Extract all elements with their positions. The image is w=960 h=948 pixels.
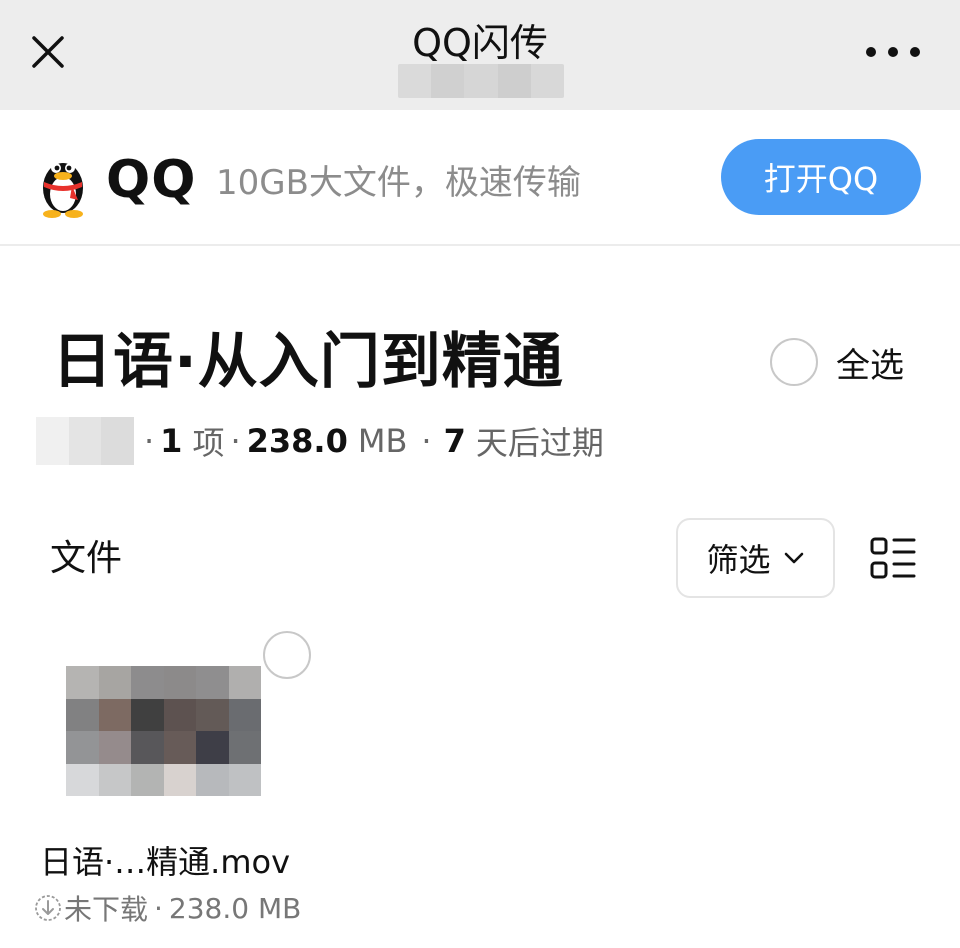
blur-block: [530, 64, 564, 98]
filter-label: 筛选: [706, 541, 771, 579]
download-icon: [35, 895, 61, 921]
qq-promo-banner: QQ 10GB大文件，极速传输 打开QQ: [0, 110, 960, 246]
total-size-unit: MB: [357, 422, 408, 460]
thumbnail-pixel: [131, 731, 164, 764]
top-nav-bar: QQ闪传: [0, 0, 960, 110]
blur-block: [36, 417, 69, 465]
meta-separator: ·: [421, 422, 432, 460]
thumbnail-pixel: [228, 731, 261, 764]
sender-name-blurred: [36, 417, 135, 465]
more-dots-icon: [888, 47, 898, 57]
thumbnail-pixel: [66, 731, 99, 764]
file-status: 未下载 · 238.0 MB: [34, 888, 301, 928]
more-dots-icon: [910, 47, 920, 57]
thumbnail-pixel: [98, 698, 131, 731]
item-count-unit: 项: [192, 424, 225, 462]
thumbnail-pixel: [163, 731, 196, 764]
item-count: 1: [160, 422, 183, 460]
select-all-radio[interactable]: [770, 338, 818, 386]
list-view-icon[interactable]: [870, 536, 916, 580]
file-size: 238.0 MB: [168, 891, 302, 925]
select-all-label: 全选: [836, 345, 904, 386]
more-dots-icon: [866, 47, 876, 57]
thumbnail-pixel: [131, 698, 164, 731]
open-qq-button[interactable]: 打开QQ: [721, 139, 921, 215]
file-name[interactable]: 日语·…精通.mov: [40, 840, 290, 884]
thumbnail-pixel: [66, 698, 99, 731]
meta-separator: ·: [230, 422, 241, 460]
file-select-radio[interactable]: [263, 631, 311, 679]
blur-block: [464, 64, 498, 98]
thumbnail-pixel: [98, 731, 131, 764]
blur-block: [431, 64, 465, 98]
thumbnail-pixel: [98, 666, 131, 699]
thumbnail-pixel: [196, 763, 229, 796]
banner-tagline: 10GB大文件，极速传输: [216, 163, 581, 203]
thumbnail-pixel: [196, 666, 229, 699]
thumbnail-pixel: [196, 731, 229, 764]
meta-separator: ·: [144, 422, 155, 460]
thumbnail-pixel: [131, 666, 164, 699]
thumbnail-pixel: [163, 698, 196, 731]
select-all-toggle[interactable]: 全选: [770, 336, 904, 388]
status-separator: ·: [154, 891, 163, 925]
qq-penguin-icon: [43, 163, 83, 218]
thumbnail-pixel: [66, 763, 99, 796]
expire-days: 7: [443, 422, 466, 460]
share-meta: · 1 项 · 238.0 MB · 7 天后过期: [36, 416, 604, 466]
qq-brand-text: QQ: [106, 150, 197, 210]
blur-block: [398, 64, 432, 98]
nav-subtitle-blurred: [398, 64, 564, 98]
thumbnail-pixel: [131, 763, 164, 796]
filter-button[interactable]: 筛选: [676, 518, 835, 598]
thumbnail-pixel: [163, 666, 196, 699]
thumbnail-pixel: [228, 698, 261, 731]
thumbnail-pixel: [163, 763, 196, 796]
blur-block: [101, 417, 135, 465]
thumbnail-pixel: [228, 763, 261, 796]
chevron-down-icon: [784, 552, 803, 564]
total-size: 238.0: [246, 422, 348, 460]
expire-text: 天后过期: [475, 424, 604, 462]
files-section-label: 文件: [50, 538, 123, 579]
thumbnail-pixel: [196, 698, 229, 731]
blur-block: [68, 417, 102, 465]
thumbnail-pixel: [228, 666, 261, 699]
thumbnail-pixel: [98, 763, 131, 796]
download-status: 未下载: [64, 893, 149, 926]
share-title: 日语·从入门到精通: [52, 327, 564, 397]
blur-block: [497, 64, 531, 98]
file-thumbnail[interactable]: [66, 666, 261, 796]
nav-title: QQ闪传: [412, 21, 548, 65]
thumbnail-pixel: [66, 666, 99, 699]
more-button[interactable]: [866, 40, 920, 64]
